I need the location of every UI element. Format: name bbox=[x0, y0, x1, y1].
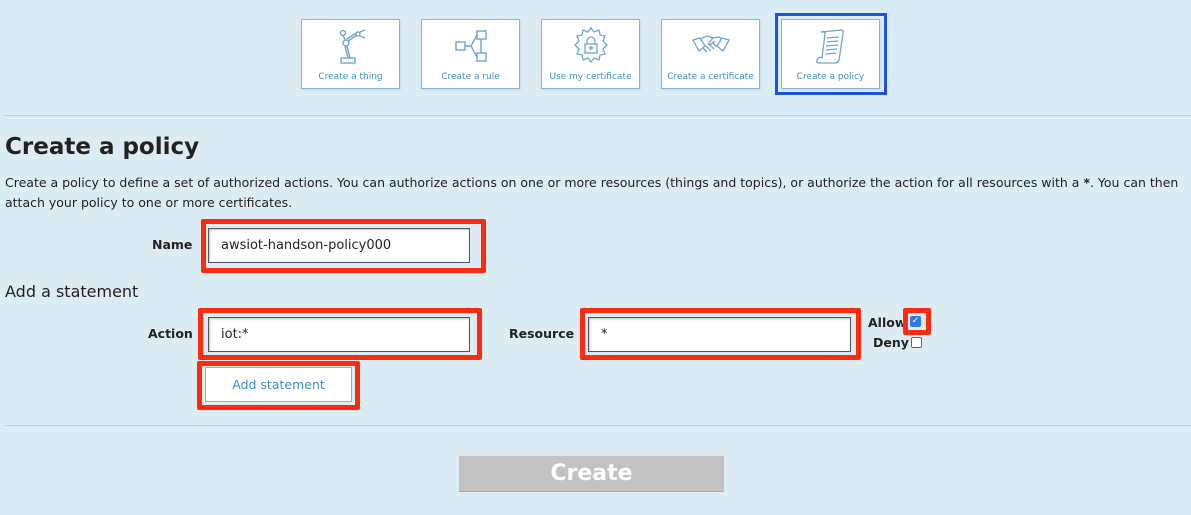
document-icon bbox=[815, 29, 844, 64]
tile-use-my-certificate[interactable]: Use my certificate bbox=[541, 19, 640, 89]
resource-input[interactable]: * bbox=[588, 317, 851, 352]
action-input[interactable]: iot:* bbox=[208, 317, 470, 352]
page-title: Create a policy bbox=[5, 134, 200, 160]
deny-label: Deny bbox=[873, 335, 909, 350]
tile-label: Create a rule bbox=[441, 72, 500, 82]
tile-create-policy[interactable]: Create a policy bbox=[781, 19, 880, 89]
flow-icon bbox=[454, 30, 487, 62]
name-input[interactable]: awsiot-handson-policy000 bbox=[208, 228, 470, 263]
tile-label: Create a policy bbox=[796, 72, 865, 82]
tile-create-rule[interactable]: Create a rule bbox=[421, 19, 520, 89]
check-icon: ✓ bbox=[911, 316, 920, 326]
create-button[interactable]: Create bbox=[459, 456, 724, 492]
add-statement-button[interactable]: Add statement bbox=[205, 367, 352, 402]
tile-label: Create a certificate bbox=[667, 72, 754, 82]
handshake-icon bbox=[691, 35, 730, 53]
statement-heading: Add a statement bbox=[5, 282, 139, 301]
tile-create-certificate[interactable]: Create a certificate bbox=[661, 19, 760, 89]
wizard-tiles: Create a thing Create a rule Use my cert bbox=[0, 0, 1191, 100]
divider bbox=[5, 115, 1191, 116]
action-label: Action bbox=[148, 326, 193, 341]
tile-label: Use my certificate bbox=[549, 72, 632, 82]
name-label: Name bbox=[152, 237, 193, 252]
allow-checkbox[interactable]: ✓ bbox=[910, 316, 921, 327]
page-description: Create a policy to define a set of autho… bbox=[5, 175, 1179, 210]
divider bbox=[5, 425, 1191, 426]
allow-label: Allow bbox=[868, 315, 907, 330]
resource-label: Resource bbox=[509, 326, 575, 341]
deny-checkbox[interactable] bbox=[911, 337, 922, 348]
tile-create-thing[interactable]: Create a thing bbox=[301, 19, 400, 89]
tile-label: Create a thing bbox=[318, 72, 383, 82]
robot-arm-icon bbox=[339, 29, 365, 64]
lock-badge-icon bbox=[573, 26, 608, 64]
